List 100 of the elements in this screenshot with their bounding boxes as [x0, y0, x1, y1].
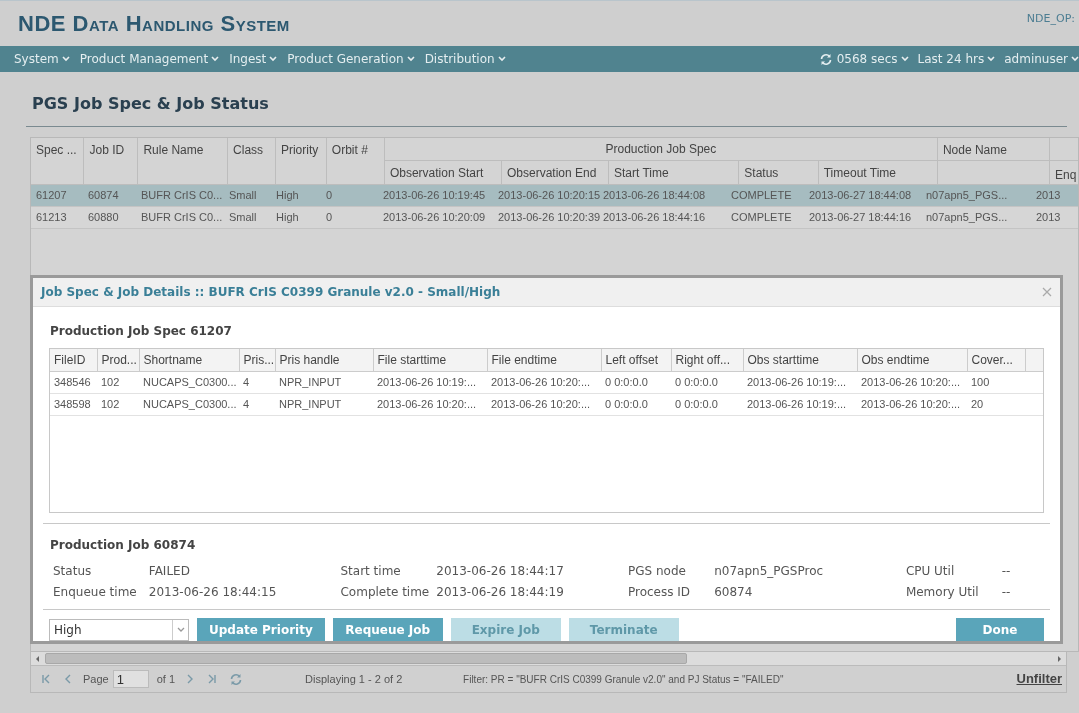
table-cell-text: n07apn5_PGS...: [925, 187, 1009, 203]
field-label: Memory Util: [905, 584, 980, 601]
dialog-title: Job Spec & Job Details :: BUFR CrIS C0399 Granule v2.0 - Small/High: [41, 284, 501, 302]
close-icon[interactable]: [1042, 287, 1052, 298]
chevron-down-icon: [61, 56, 70, 62]
column-header[interactable]: Timeout Time: [818, 160, 938, 184]
column-header[interactable]: Priority: [275, 138, 327, 184]
chevron-down-icon: [497, 56, 506, 62]
column-header[interactable]: Observation Start: [384, 160, 502, 184]
table-cell-text: 60874: [87, 187, 120, 203]
table-cell: 20: [967, 393, 1025, 416]
chevron-down-icon: [269, 56, 278, 62]
table-cell: 2013-06-26 10:19:...: [743, 393, 857, 416]
table-cell: 2013-06-26 10:20:...: [857, 371, 967, 394]
field-value: 2013-06-26 18:44:19: [436, 584, 565, 601]
column-header[interactable]: File starttime: [373, 349, 487, 372]
column-header[interactable]: Orbit #: [326, 138, 385, 184]
field-value: 60874: [714, 584, 754, 601]
table-cell: 348598: [50, 393, 97, 416]
column-header[interactable]: Job ID: [83, 138, 138, 184]
column-header[interactable]: Enq: [1049, 160, 1078, 184]
column-header[interactable]: Start Time: [608, 160, 739, 184]
field-label: PGS node: [627, 563, 687, 580]
column-header[interactable]: Node Name: [937, 138, 1050, 160]
table-cell-text: 2013-06-26 10:20:15: [497, 187, 598, 203]
table-cell-text: 2013-06-27 18:44:08: [808, 187, 913, 203]
table-cell: 348546: [50, 371, 97, 394]
column-header[interactable]: Observation End: [501, 160, 609, 184]
menu-item[interactable]: Ingest: [229, 50, 278, 68]
table-cell: NUCAPS_C0300...: [139, 393, 239, 416]
refresh-icon[interactable]: [818, 52, 833, 66]
column-header[interactable]: Left offset: [601, 349, 671, 372]
table-cell-text: 2013: [1035, 187, 1062, 203]
status-menu-item[interactable]: 0568 secs: [818, 50, 909, 68]
field-value: --: [1001, 563, 1012, 580]
field-value: FAILED: [148, 563, 191, 580]
table-cell: 4: [239, 393, 275, 416]
table-cell-text: 61207: [35, 187, 68, 203]
chevron-down-icon: [406, 56, 415, 62]
chevron-down-icon: [900, 56, 909, 62]
priority-dropdown[interactable]: High: [49, 618, 189, 641]
chevron-down-icon: [176, 626, 185, 633]
table-cell-text: Small: [228, 187, 258, 203]
field-label: Start time: [340, 563, 402, 580]
column-header[interactable]: Right off...: [671, 349, 743, 372]
table-cell-text: 60880: [87, 209, 120, 225]
table-cell-text: COMPLETE: [730, 209, 793, 225]
column-header[interactable]: Cover...: [967, 349, 1025, 372]
column-header[interactable]: Status: [738, 160, 819, 184]
table-cell: 0 0:0:0.0: [671, 393, 743, 416]
table-cell: 0 0:0:0.0: [671, 371, 743, 394]
page-title: PGS Job Spec & Job Status: [32, 94, 269, 113]
column-header[interactable]: Pris handle: [275, 349, 373, 372]
scrollbar-thumb[interactable]: [45, 653, 687, 664]
field-value: n07apn5_PGSProc: [714, 563, 825, 580]
table-cell: 2013-06-26 10:20:...: [857, 393, 967, 416]
table-cell-text: COMPLETE: [730, 187, 793, 203]
table-cell-text: 61213: [35, 209, 68, 225]
table-cell: NUCAPS_C0300...: [139, 371, 239, 394]
menu-item[interactable]: Product Generation: [287, 50, 415, 68]
table-cell-text: 2013-06-26 10:20:09: [382, 209, 487, 225]
table-cell-text: 2013-06-26 10:19:45: [382, 187, 487, 203]
page-field[interactable]: 1: [112, 670, 149, 688]
table-cell: NPR_INPUT: [275, 393, 373, 416]
column-header[interactable]: Obs endtime: [857, 349, 967, 372]
column-header[interactable]: Class: [227, 138, 276, 184]
table-cell: 102: [97, 371, 139, 394]
table-cell: 2013-06-26 10:20:...: [487, 371, 601, 394]
table-cell-text: High: [275, 209, 300, 225]
table-cell-text: 0: [325, 209, 334, 225]
horizontal-scrollbar[interactable]: [31, 652, 1066, 666]
unfilter-link[interactable]: Unfilter: [1016, 669, 1062, 689]
table-cell-text: 2013-06-26 10:20:39: [497, 209, 598, 225]
column-header[interactable]: Shortname: [139, 349, 239, 372]
table-cell: NPR_INPUT: [275, 371, 373, 394]
displaying-count: Displaying 1 - 2 of 2: [305, 671, 404, 687]
column-header[interactable]: Rule Name: [137, 138, 228, 184]
status-menu-item[interactable]: Last 24 hrs: [917, 50, 996, 68]
menu-item[interactable]: Distribution: [424, 50, 506, 68]
column-header[interactable]: FileID: [50, 349, 97, 372]
column-header[interactable]: File endtime: [487, 349, 601, 372]
field-label: Enqueue time: [53, 584, 138, 601]
table-cell: 2013-06-26 10:20:...: [487, 393, 601, 416]
table-cell-text: BUFR CrIS C0...: [140, 209, 224, 225]
menu-item[interactable]: System: [14, 50, 70, 68]
table-row[interactable]: 61207 60874 BUFR CrIS C0... Small High 0 2013-06-26 10:19:45 2013-06-26 10:20:15 2013-06-26 18:44:08 COMPLETE 2013-06-27 18:44:08 n07apn5_PGS... 2013: [31, 184, 1078, 207]
instance-label: NDE_OP:: [1026, 11, 1075, 28]
status-menu-item[interactable]: adminuser: [1004, 50, 1079, 68]
table-cell-text: BUFR CrIS C0...: [140, 187, 224, 203]
column-group-header: Production Job Spec: [384, 138, 938, 160]
menu-item[interactable]: Product Management: [79, 50, 220, 68]
section-title: Production Job 60874: [50, 538, 196, 552]
column-header[interactable]: Spec ...: [31, 138, 84, 184]
column-header[interactable]: Obs starttime: [743, 349, 857, 372]
field-value: 2013-06-26 18:44:15: [148, 584, 278, 601]
column-header[interactable]: Pris...: [239, 349, 275, 372]
page-count: of 1: [156, 671, 176, 687]
refresh-icon[interactable]: [229, 673, 244, 687]
table-cell: 102: [97, 393, 139, 416]
column-header[interactable]: Prod...: [97, 349, 139, 372]
